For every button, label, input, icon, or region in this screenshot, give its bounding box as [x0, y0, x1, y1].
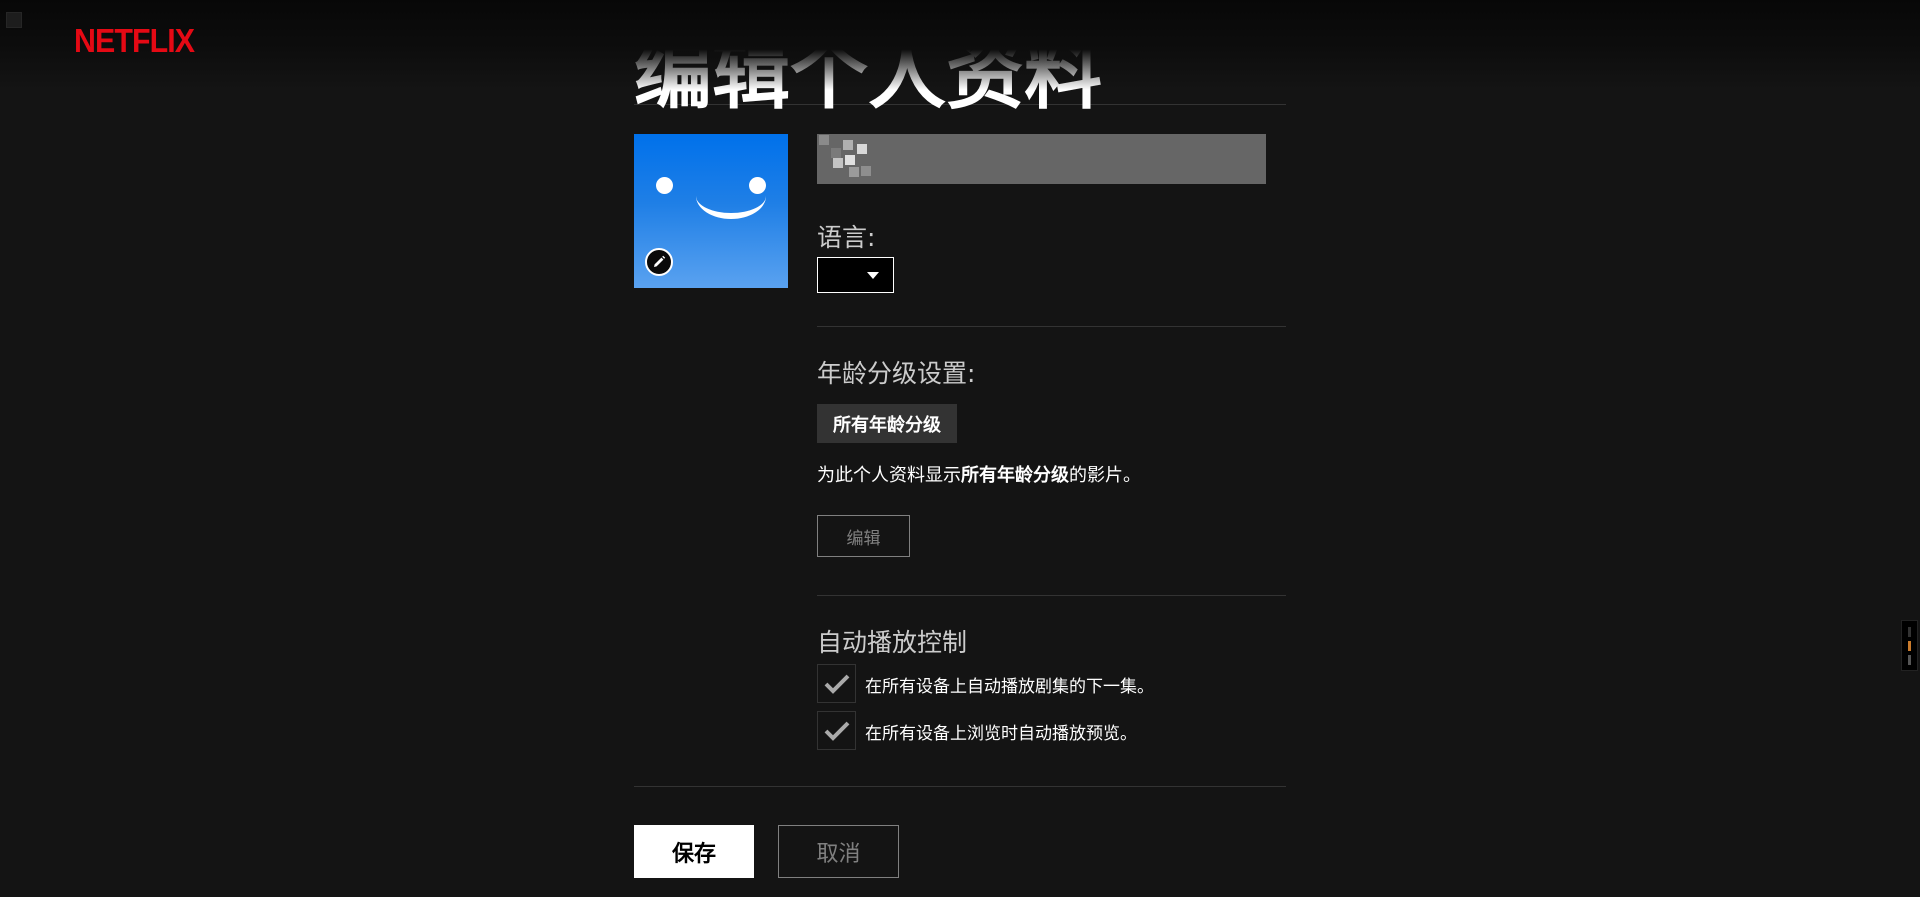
side-scroll-widget[interactable] [1901, 620, 1918, 671]
checkmark-icon [824, 721, 849, 741]
maturity-rating-badge: 所有年龄分级 [817, 404, 957, 443]
pixelated-name-block [831, 148, 841, 158]
maturity-description-bold: 所有年龄分级 [961, 465, 1069, 486]
language-label: 语言: [817, 223, 876, 252]
window-corner-square [6, 12, 22, 28]
language-dropdown[interactable] [817, 257, 894, 293]
maturity-description-suffix: 的影片。 [1069, 465, 1141, 486]
maturity-edit-button[interactable]: 编辑 [817, 515, 910, 557]
pixelated-name-block [861, 166, 871, 176]
pixelated-name-block [857, 144, 867, 154]
avatar-smile [696, 173, 766, 219]
avatar-left-eye [656, 177, 673, 194]
save-button[interactable]: 保存 [634, 825, 754, 878]
top-navigation-bar: NETFLIX [0, 0, 1920, 90]
autoplay-previews-checkbox[interactable] [817, 711, 856, 750]
caret-down-icon [867, 272, 879, 279]
maturity-settings-label: 年龄分级设置: [817, 359, 976, 388]
section-divider [817, 595, 1286, 596]
pixelated-name-block [833, 158, 843, 168]
autoplay-previews-label[interactable]: 在所有设备上浏览时自动播放预览。 [865, 719, 1137, 744]
autoplay-next-episode-checkbox[interactable] [817, 664, 856, 703]
maturity-description-prefix: 为此个人资料显示 [817, 465, 961, 486]
pixelated-name-block [819, 135, 829, 145]
netflix-logo[interactable]: NETFLIX [74, 22, 195, 60]
pencil-icon[interactable] [645, 248, 673, 276]
checkmark-icon [824, 674, 849, 694]
cancel-button[interactable]: 取消 [778, 825, 899, 878]
section-divider [817, 326, 1286, 327]
profile-avatar[interactable] [634, 134, 788, 288]
pixelated-name-block [843, 140, 853, 150]
pixelated-name-block [849, 167, 859, 177]
profile-name-input[interactable] [817, 134, 1266, 184]
autoplay-next-episode-label[interactable]: 在所有设备上自动播放剧集的下一集。 [865, 672, 1154, 697]
pixelated-name-block [845, 155, 855, 165]
autoplay-controls-label: 自动播放控制 [817, 628, 968, 657]
section-divider [634, 786, 1286, 787]
maturity-description: 为此个人资料显示所有年龄分级的影片。 [817, 461, 1141, 487]
